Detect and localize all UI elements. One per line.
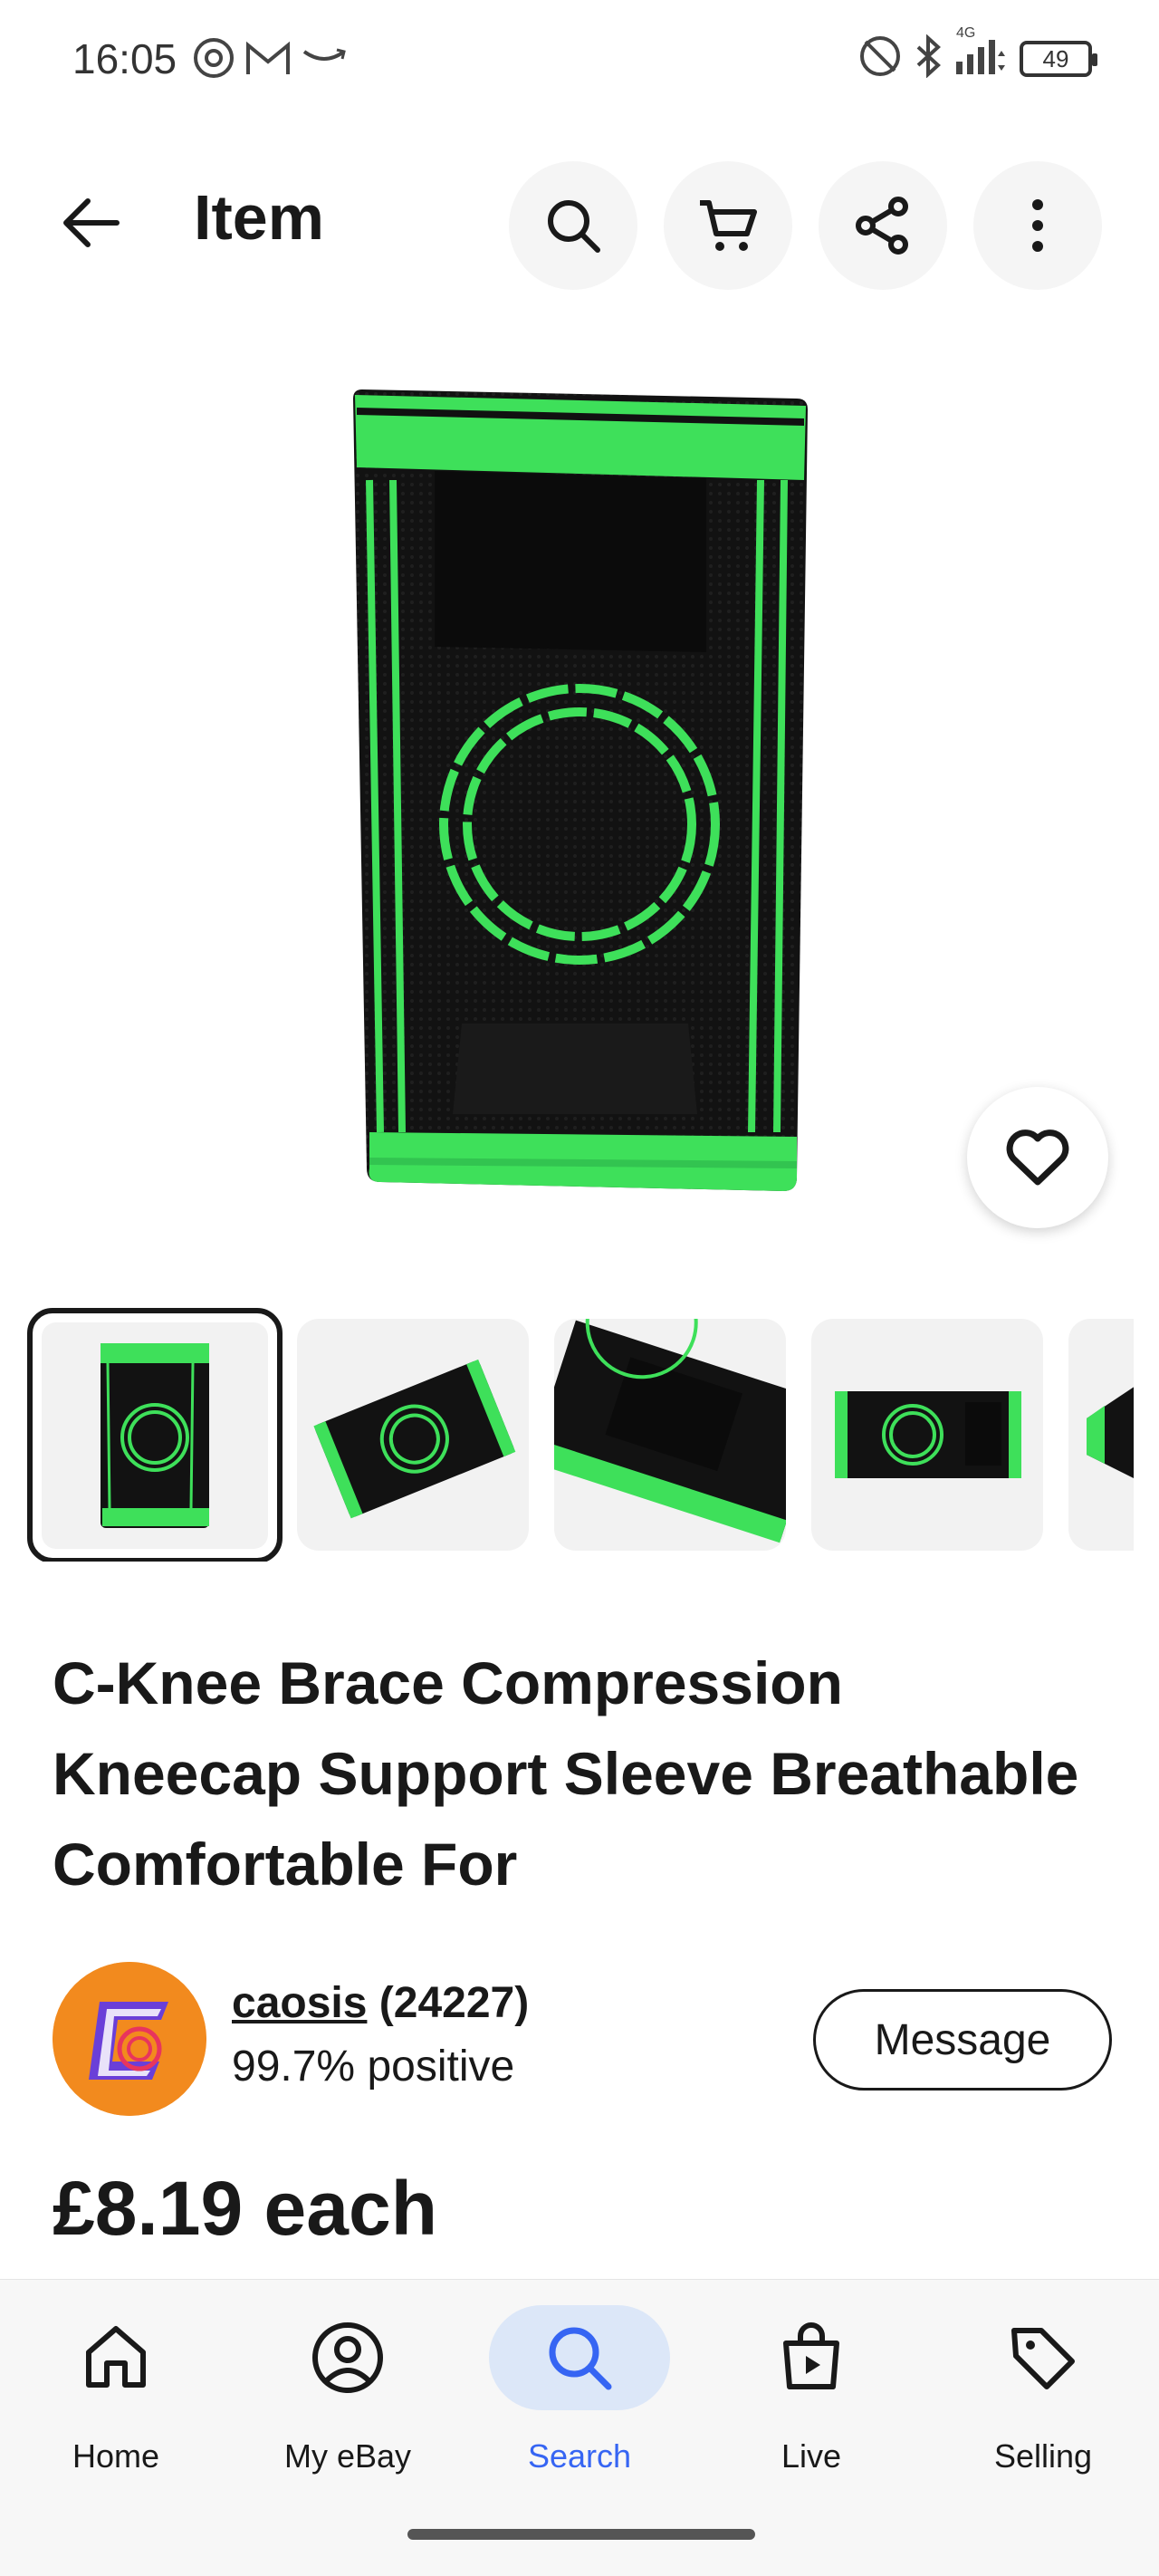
seller-avatar[interactable] bbox=[53, 1962, 206, 2116]
thumbnail-4[interactable] bbox=[811, 1319, 1043, 1551]
search-icon bbox=[549, 2327, 612, 2390]
bluetooth-icon bbox=[915, 34, 942, 82]
nav-home-label: Home bbox=[72, 2437, 160, 2475]
nav-selling[interactable]: Selling bbox=[927, 2280, 1159, 2515]
thumbnail-3[interactable] bbox=[554, 1319, 786, 1551]
item-price: £8.19 each bbox=[53, 2166, 438, 2251]
status-system-icons: 4G 49 bbox=[858, 25, 1097, 82]
nfc-off-icon bbox=[858, 34, 902, 82]
at-icon bbox=[192, 36, 235, 84]
message-seller-button[interactable]: Message bbox=[813, 1989, 1112, 2091]
status-time: 16:05 bbox=[72, 35, 177, 82]
profile-icon bbox=[312, 2322, 383, 2393]
top-app-bar: Item bbox=[0, 154, 1159, 290]
cart-button[interactable] bbox=[664, 161, 792, 290]
battery-indicator: 49 bbox=[1020, 40, 1097, 77]
thumbnail-image bbox=[835, 1391, 1021, 1478]
back-button[interactable] bbox=[51, 187, 132, 259]
thumbnail-1[interactable] bbox=[27, 1308, 283, 1562]
thumbnail-2[interactable] bbox=[297, 1319, 529, 1551]
gmail-icon bbox=[244, 38, 292, 82]
live-bag-icon bbox=[783, 2322, 839, 2389]
nav-my-ebay[interactable]: My eBay bbox=[232, 2280, 464, 2515]
more-vertical-icon bbox=[1032, 199, 1043, 252]
status-notification-icons bbox=[192, 36, 348, 84]
arrow-left-icon bbox=[63, 198, 120, 247]
thumbnail-5[interactable] bbox=[1068, 1319, 1134, 1551]
seller-positive-feedback: 99.7% positive bbox=[232, 2043, 515, 2091]
nav-home-icon-wrap bbox=[25, 2305, 206, 2410]
page-title: Item bbox=[194, 182, 324, 253]
network-type-label: 4G bbox=[956, 25, 976, 41]
search-icon bbox=[548, 200, 600, 253]
signal-icon: 4G bbox=[954, 25, 1007, 82]
home-icon bbox=[86, 2326, 146, 2388]
thumbnail-strip[interactable] bbox=[27, 1308, 1134, 1562]
thumbnail-image bbox=[101, 1343, 209, 1528]
amazon-icon bbox=[301, 44, 348, 76]
cart-icon bbox=[700, 200, 757, 251]
thumbnail-image bbox=[1087, 1387, 1134, 1478]
thumbnail-image bbox=[554, 1319, 786, 1543]
thumbnail-image bbox=[313, 1359, 516, 1519]
nav-live-icon-wrap bbox=[721, 2305, 902, 2410]
seller-name-link[interactable]: caosis bbox=[232, 1979, 367, 2027]
seller-name-row: caosis (24227) bbox=[232, 1978, 529, 2028]
seller-info: caosis (24227) 99.7% positive Message bbox=[53, 1962, 1112, 2121]
product-image-gallery[interactable] bbox=[0, 335, 1159, 1241]
watch-button[interactable] bbox=[967, 1087, 1108, 1228]
item-title: C-Knee Brace Compression Kneecap Support… bbox=[53, 1649, 1079, 1898]
seller-feedback-count: (24227) bbox=[378, 1979, 530, 2027]
nav-selling-icon-wrap bbox=[953, 2305, 1134, 2410]
nav-search-label: Search bbox=[527, 2437, 632, 2475]
nav-live-label: Live bbox=[781, 2437, 842, 2475]
nav-home[interactable]: Home bbox=[0, 2280, 232, 2515]
share-icon bbox=[856, 197, 908, 255]
nav-search-icon-wrap bbox=[489, 2305, 670, 2410]
more-options-button[interactable] bbox=[973, 161, 1102, 290]
nav-live[interactable]: Live bbox=[695, 2280, 927, 2515]
nav-my-ebay-icon-wrap bbox=[257, 2305, 438, 2410]
seller-logo bbox=[53, 1962, 206, 2116]
status-bar: 16:05 4G 49 bbox=[0, 0, 1159, 118]
heart-icon bbox=[1006, 1129, 1069, 1186]
home-indicator[interactable] bbox=[407, 2529, 755, 2540]
nav-my-ebay-label: My eBay bbox=[283, 2437, 412, 2475]
share-button[interactable] bbox=[819, 161, 947, 290]
tag-icon bbox=[1011, 2328, 1075, 2389]
nav-selling-label: Selling bbox=[993, 2437, 1093, 2475]
nav-search[interactable]: Search bbox=[464, 2280, 695, 2515]
search-button[interactable] bbox=[509, 161, 637, 290]
product-image bbox=[353, 389, 808, 1191]
